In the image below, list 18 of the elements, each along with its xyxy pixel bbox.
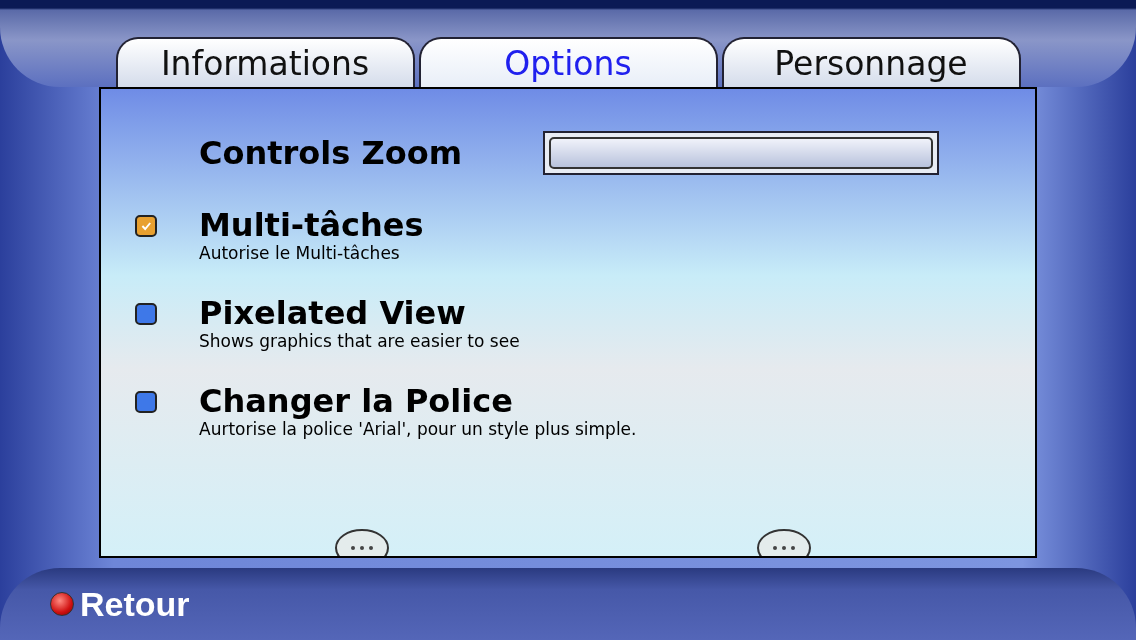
checkmark-icon (140, 220, 152, 232)
back-button[interactable]: Retour (50, 584, 190, 624)
option-description: Aurtorise la police 'Arial', pour un style plus simple. (199, 419, 637, 439)
zoom-label: Controls Zoom (199, 134, 463, 172)
speech-bubble-icon (333, 526, 391, 556)
option-title: Changer la Police (199, 383, 514, 419)
option-description: Autorise le Multi-tâches (199, 243, 401, 263)
speech-bubble-icon (755, 526, 813, 556)
checkbox[interactable] (135, 391, 157, 413)
tab[interactable]: Options (418, 37, 718, 87)
zoom-bar[interactable] (543, 131, 939, 175)
checkbox[interactable] (135, 303, 157, 325)
option-title: Pixelated View (199, 295, 467, 331)
checkbox[interactable] (135, 215, 157, 237)
option-title: Multi-tâches (199, 207, 424, 243)
tab[interactable]: Informations (115, 37, 415, 87)
tab[interactable]: Personnage (721, 37, 1021, 87)
option-description: Shows graphics that are easier to see (199, 331, 520, 351)
